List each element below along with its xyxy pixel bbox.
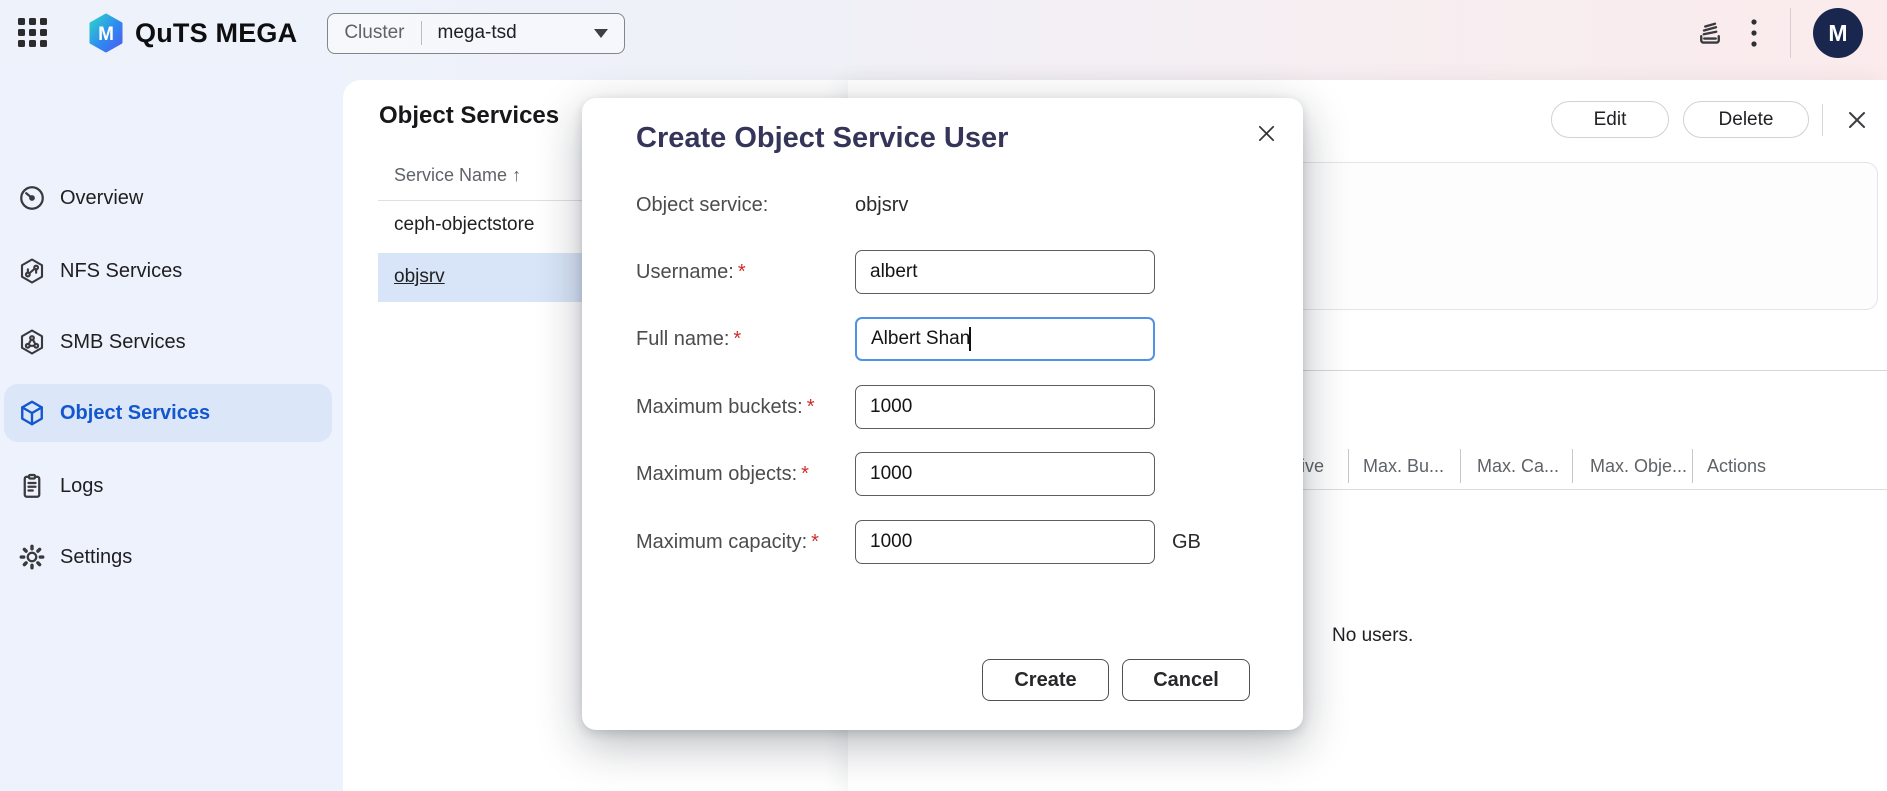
max-buckets-label: Maximum buckets: * [636, 395, 815, 418]
users-column-actions: Actions [1707, 456, 1767, 476]
gear-icon [19, 544, 45, 570]
object-service-value: objsrv [855, 193, 909, 216]
full-name-row: Full name: * [636, 317, 1256, 361]
max-capacity-field[interactable] [855, 520, 1155, 564]
required-asterisk: * [801, 462, 809, 485]
column-separator [1460, 449, 1461, 483]
background-tasks-button[interactable] [1688, 11, 1732, 55]
close-panel-button[interactable] [1843, 106, 1871, 134]
sidebar-item-logs[interactable]: Logs [0, 457, 343, 515]
create-button-label: Create [1014, 668, 1077, 691]
sidebar-item-label: Settings [60, 545, 133, 568]
sidebar-item-nfs-services[interactable]: NFS Services [0, 242, 343, 300]
capacity-unit-label: GB [1172, 530, 1201, 553]
task-stack-icon [1700, 22, 1720, 44]
max-objects-label: Maximum objects: * [636, 462, 809, 485]
empty-state-text: No users. [1332, 625, 1414, 646]
max-objects-field[interactable] [855, 452, 1155, 496]
required-asterisk: * [733, 327, 742, 350]
user-avatar[interactable]: M [1813, 8, 1863, 58]
edit-button[interactable]: Edit [1551, 101, 1669, 138]
more-options-button[interactable] [1732, 11, 1776, 55]
sort-asc-icon: ↑ [512, 165, 522, 185]
app-window: M QuTS MEGA Cluster mega-tsd M Overview … [0, 0, 1887, 791]
delete-button[interactable]: Delete [1683, 101, 1809, 138]
required-asterisk: * [737, 260, 746, 283]
sidebar-item-label: NFS Services [60, 259, 183, 282]
full-name-label: Full name: * [636, 327, 742, 350]
cluster-selector[interactable]: Cluster mega-tsd [327, 12, 626, 54]
nfs-hexagon-icon [20, 258, 44, 284]
text-cursor [969, 327, 971, 351]
close-icon [1258, 125, 1274, 141]
edit-button-label: Edit [1593, 108, 1627, 130]
max-objects-row: Maximum objects: * [636, 452, 1256, 496]
sidebar-item-label: SMB Services [60, 330, 186, 353]
sidebar-item-overview[interactable]: Overview [0, 169, 343, 227]
service-name: ceph-objectstore [394, 214, 535, 235]
smb-hexagon-icon [20, 329, 44, 355]
sidebar-item-label: Object Services [60, 401, 211, 424]
sidebar-item-smb-services[interactable]: SMB Services [0, 313, 343, 371]
column-separator [1348, 449, 1349, 483]
users-column-max-capacity[interactable]: Max. Ca... [1477, 456, 1559, 477]
required-asterisk: * [811, 530, 819, 553]
close-icon [1849, 112, 1865, 128]
max-buckets-row: Maximum buckets: * [636, 385, 1256, 429]
username-label: Username: * [636, 260, 746, 283]
max-buckets-field[interactable] [855, 385, 1155, 429]
gauge-icon [20, 186, 44, 210]
logs-icon [23, 473, 41, 498]
object-service-row: Object service: objsrv [636, 183, 1256, 227]
dialog-title: Create Object Service User [636, 122, 1009, 154]
username-field[interactable] [855, 250, 1155, 294]
max-capacity-label: Maximum capacity: * [636, 530, 819, 553]
sidebar-item-label: Logs [60, 474, 104, 497]
create-object-service-user-dialog: Create Object Service User Object servic… [582, 98, 1303, 730]
hexagon-logo-icon: M [89, 13, 123, 53]
delete-button-label: Delete [1718, 108, 1774, 130]
cube-icon [21, 400, 43, 426]
kebab-menu-icon [1751, 19, 1757, 47]
object-service-label: Object service: [636, 193, 769, 216]
service-row-ceph-objectstore[interactable]: ceph-objectstore [394, 214, 534, 238]
chevron-down-icon [594, 28, 609, 38]
sidebar-item-settings[interactable]: Settings [0, 528, 343, 586]
column-header-service-name[interactable]: Service Name ↑ [394, 165, 521, 186]
sidebar-item-label: Overview [60, 186, 144, 209]
cancel-button-label: Cancel [1153, 668, 1219, 691]
app-grid-icon[interactable] [18, 18, 48, 48]
full-name-field[interactable] [855, 317, 1155, 361]
column-separator [1692, 449, 1693, 483]
cluster-label: Cluster [344, 22, 405, 43]
cluster-value: mega-tsd [437, 22, 517, 43]
detail-header-divider [1822, 104, 1823, 136]
create-button[interactable]: Create [982, 659, 1109, 701]
page-title: Object Services [379, 102, 560, 129]
svg-text:M: M [98, 24, 114, 45]
users-column-max-buckets[interactable]: Max. Bu... [1363, 456, 1444, 477]
max-capacity-row: Maximum capacity:* GB [636, 520, 1256, 564]
avatar-initial: M [1828, 19, 1848, 46]
users-column-max-objects[interactable]: Max. Obje... [1590, 456, 1687, 477]
required-asterisk: * [806, 395, 815, 418]
product-name: QuTS MEGA [135, 17, 298, 48]
column-separator [1572, 449, 1573, 483]
username-row: Username: * [636, 250, 1256, 294]
service-row-objsrv[interactable]: objsrv [394, 266, 445, 288]
sidebar-nav: Overview NFS Services SMB Services Objec… [0, 66, 343, 791]
product-logo: M QuTS MEGA [88, 13, 297, 53]
dialog-close-button[interactable] [1250, 117, 1282, 149]
sidebar-item-object-services[interactable]: Object Services [0, 384, 343, 442]
topbar-divider [1790, 8, 1791, 58]
cluster-divider [420, 21, 422, 45]
column-header-label: Service Name [394, 165, 508, 185]
service-name-link: objsrv [394, 266, 445, 287]
cancel-button[interactable]: Cancel [1122, 659, 1250, 701]
